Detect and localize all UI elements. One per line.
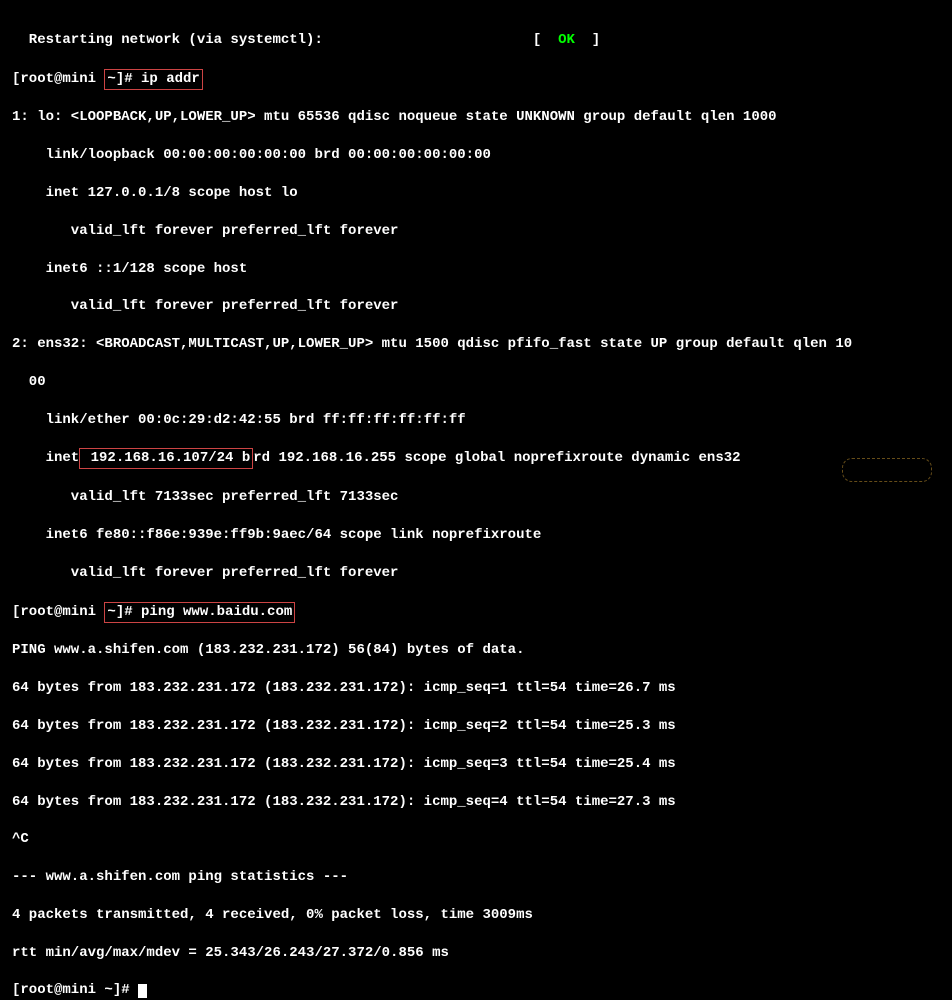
ping-reply-4: 64 bytes from 183.232.231.172 (183.232.2… bbox=[12, 793, 940, 812]
command-ip-addr-box: ~]# ip addr bbox=[104, 69, 202, 90]
ctrl-c: ^C bbox=[12, 830, 940, 849]
iface-ens32-inet: inet 192.168.16.107/24 brd 192.168.16.25… bbox=[12, 448, 940, 469]
ip-address-box: 192.168.16.107/24 b bbox=[79, 448, 253, 469]
ping-stats-summary: 4 packets transmitted, 4 received, 0% pa… bbox=[12, 906, 940, 925]
ping-reply-3: 64 bytes from 183.232.231.172 (183.232.2… bbox=[12, 755, 940, 774]
prompt-text: [root@mini ~]# bbox=[12, 982, 138, 998]
ping-reply-1: 64 bytes from 183.232.231.172 (183.232.2… bbox=[12, 679, 940, 698]
iface-lo-inet6: inet6 ::1/128 scope host bbox=[12, 260, 940, 279]
iface-lo-link: link/loopback 00:00:00:00:00:00 brd 00:0… bbox=[12, 146, 940, 165]
ping-reply-2: 64 bytes from 183.232.231.172 (183.232.2… bbox=[12, 717, 940, 736]
iface-ens32-valid: valid_lft 7133sec preferred_lft 7133sec bbox=[12, 488, 940, 507]
iface-lo-valid6: valid_lft forever preferred_lft forever bbox=[12, 297, 940, 316]
prompt-prefix-2: [root@mini bbox=[12, 604, 104, 620]
inet-prefix: inet bbox=[12, 450, 79, 466]
iface-ens32-valid6: valid_lft forever preferred_lft forever bbox=[12, 564, 940, 583]
terminal-output[interactable]: Restarting network (via systemctl): [ OK… bbox=[8, 8, 944, 1000]
restart-status-line: Restarting network (via systemctl): [ OK… bbox=[12, 31, 940, 50]
command-ping-box: ~]# ping www.baidu.com bbox=[104, 602, 295, 623]
ok-status: OK bbox=[558, 32, 575, 48]
watermark bbox=[842, 458, 932, 482]
prompt-ip-addr: [root@mini ~]# ip addr bbox=[12, 69, 940, 90]
prompt-ping: [root@mini ~]# ping www.baidu.com bbox=[12, 602, 940, 623]
inet-suffix: rd 192.168.16.255 scope global noprefixr… bbox=[253, 450, 740, 466]
iface-ens32-header-cont: 00 bbox=[12, 373, 940, 392]
iface-ens32-header: 2: ens32: <BROADCAST,MULTICAST,UP,LOWER_… bbox=[12, 335, 940, 354]
iface-ens32-inet6: inet6 fe80::f86e:939e:ff9b:9aec/64 scope… bbox=[12, 526, 940, 545]
prompt-idle[interactable]: [root@mini ~]# bbox=[12, 981, 940, 1000]
iface-ens32-link: link/ether 00:0c:29:d2:42:55 brd ff:ff:f… bbox=[12, 411, 940, 430]
ping-stats-rtt: rtt min/avg/max/mdev = 25.343/26.243/27.… bbox=[12, 944, 940, 963]
restart-post: ] bbox=[575, 32, 600, 48]
restart-text: Restarting network (via systemctl): [ bbox=[12, 32, 558, 48]
cursor-icon bbox=[138, 984, 147, 998]
iface-lo-inet: inet 127.0.0.1/8 scope host lo bbox=[12, 184, 940, 203]
iface-lo-header: 1: lo: <LOOPBACK,UP,LOWER_UP> mtu 65536 … bbox=[12, 108, 940, 127]
prompt-prefix: [root@mini bbox=[12, 71, 104, 87]
ping-stats-header: --- www.a.shifen.com ping statistics --- bbox=[12, 868, 940, 887]
iface-lo-valid: valid_lft forever preferred_lft forever bbox=[12, 222, 940, 241]
ping-header: PING www.a.shifen.com (183.232.231.172) … bbox=[12, 641, 940, 660]
